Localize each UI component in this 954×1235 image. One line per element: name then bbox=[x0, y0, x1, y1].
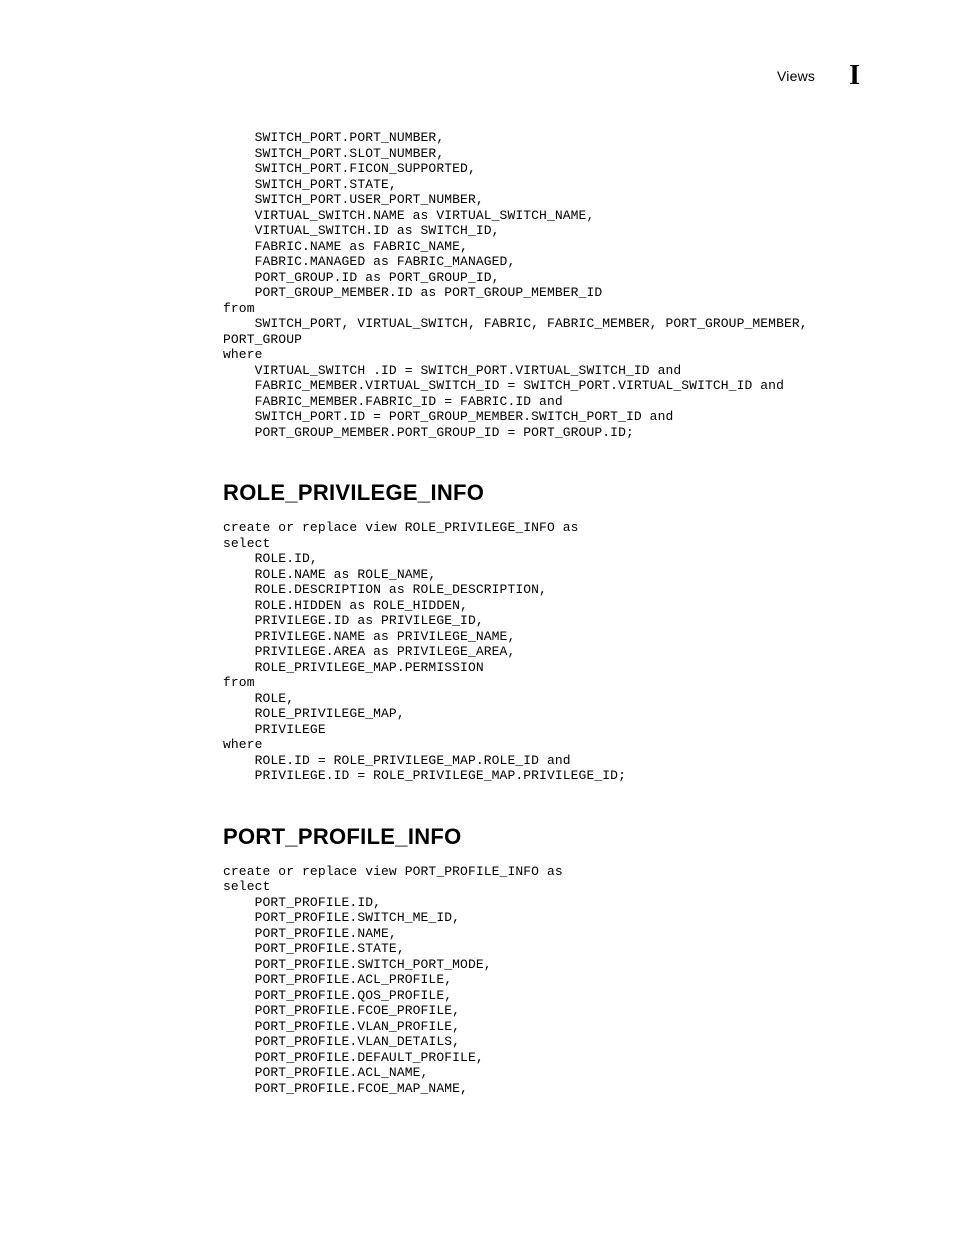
header-section-label: Views bbox=[777, 68, 815, 84]
heading-role-privilege-info: ROLE_PRIVILEGE_INFO bbox=[223, 480, 860, 506]
running-header: Views I bbox=[777, 62, 860, 90]
code-block-role-privilege: create or replace view ROLE_PRIVILEGE_IN… bbox=[223, 520, 860, 784]
code-block-switch-port: SWITCH_PORT.PORT_NUMBER, SWITCH_PORT.SLO… bbox=[223, 130, 860, 440]
document-page: Views I SWITCH_PORT.PORT_NUMBER, SWITCH_… bbox=[0, 0, 954, 1156]
header-appendix-marker: I bbox=[849, 62, 860, 90]
heading-port-profile-info: PORT_PROFILE_INFO bbox=[223, 824, 860, 850]
code-block-port-profile: create or replace view PORT_PROFILE_INFO… bbox=[223, 864, 860, 1097]
page-content: SWITCH_PORT.PORT_NUMBER, SWITCH_PORT.SLO… bbox=[223, 130, 860, 1096]
